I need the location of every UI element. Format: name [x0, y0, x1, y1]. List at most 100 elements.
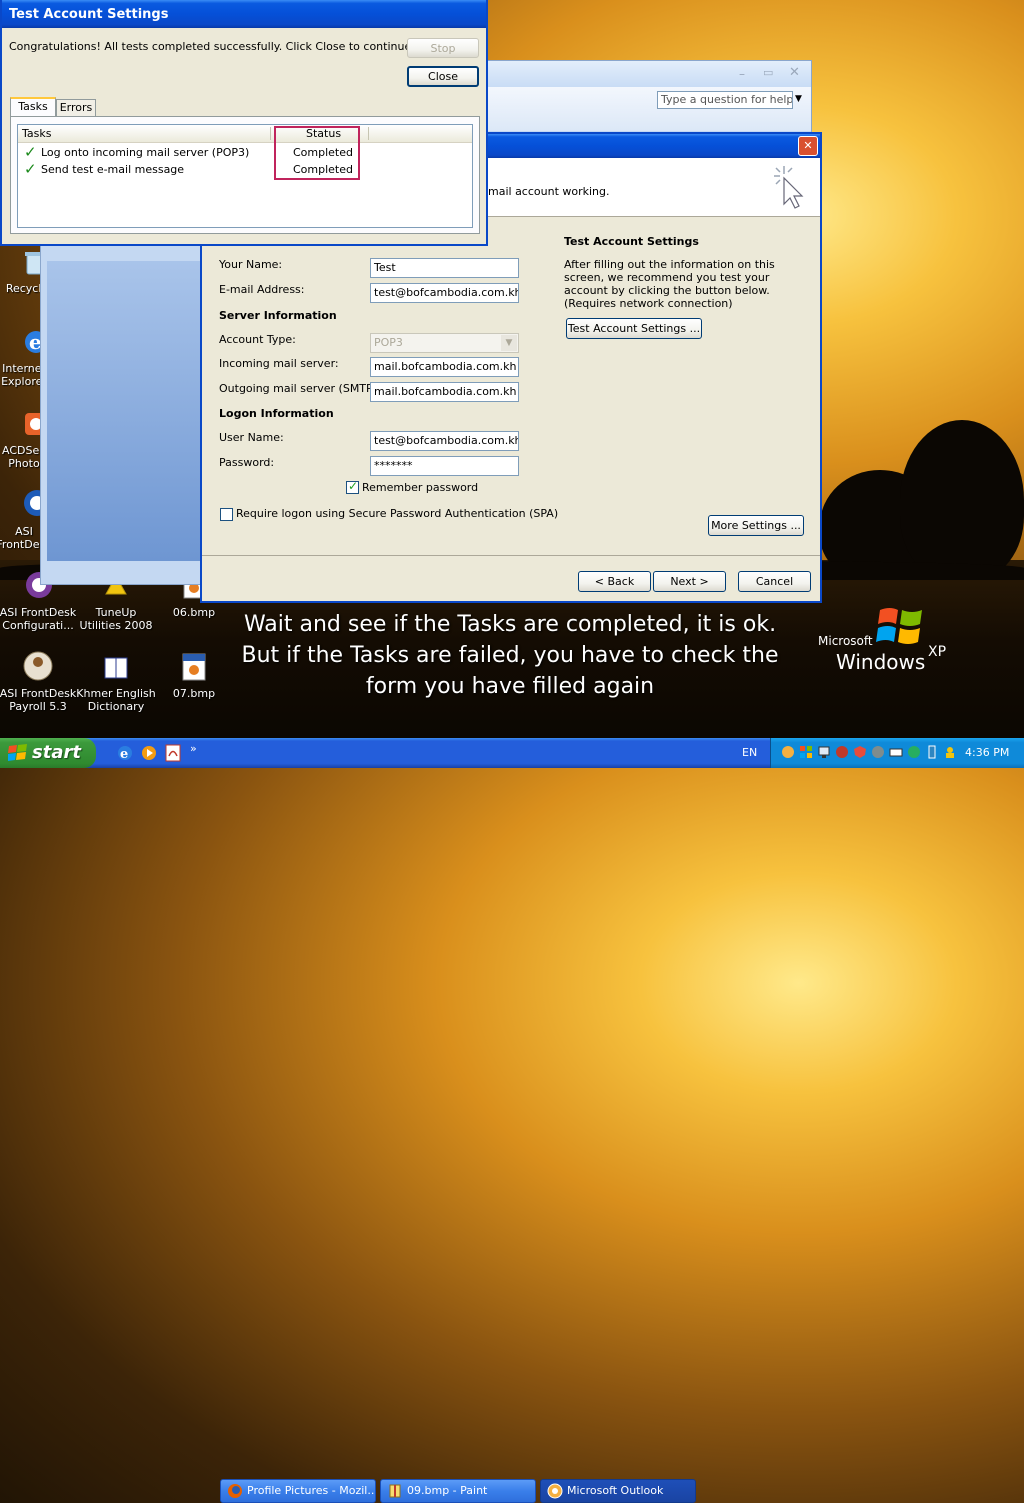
account-type-select[interactable]: POP3 ▼	[370, 333, 519, 353]
windows-flag-icon	[876, 604, 926, 648]
caption-line-3: form you have filled again	[365, 674, 655, 699]
back-button[interactable]: < Back	[578, 571, 651, 592]
outgoing-server-input[interactable]: mail.bofcambodia.com.kh	[370, 382, 519, 402]
taskbar-item-label: Microsoft Outlook	[567, 1484, 664, 1497]
user-name-input[interactable]: test@bofcambodia.com.kh	[370, 431, 519, 451]
spa-label: Require logon using Secure Password Auth…	[236, 507, 559, 520]
logo-xp: XP	[928, 644, 947, 660]
column-divider	[270, 127, 271, 140]
desktop-icon-label: Khmer English Dictionary	[76, 687, 156, 713]
help-dropdown-icon[interactable]: ▼	[795, 94, 802, 104]
wizard-close-button[interactable]: ✕	[798, 136, 818, 156]
outlook-tray-icon[interactable]	[781, 745, 795, 759]
cancel-button[interactable]: Cancel	[738, 571, 811, 592]
tree-silhouette	[900, 420, 1024, 580]
password-label: Password:	[219, 456, 275, 469]
user-name-label: User Name:	[219, 431, 284, 444]
system-tray: 4:36 PM	[770, 738, 1024, 768]
close-button[interactable]: Close	[407, 66, 479, 87]
task-name: Log onto incoming mail server (POP3)	[41, 146, 250, 159]
server-info-heading: Server Information	[219, 309, 337, 322]
test-settings-heading: Test Account Settings	[564, 235, 699, 248]
start-label: start	[32, 742, 81, 763]
check-icon: ✓	[24, 160, 37, 178]
minimize-icon[interactable]: –	[739, 67, 745, 81]
tasks-list: Tasks Status ✓ Log onto incoming mail se…	[17, 124, 473, 228]
dictionary-icon	[102, 654, 130, 682]
outlook-icon	[547, 1483, 563, 1502]
logo-microsoft: Microsoft	[818, 634, 873, 648]
status-highlight-box	[274, 126, 360, 180]
email-address-label: E-mail Address:	[219, 283, 305, 296]
update-tray-icon[interactable]	[907, 745, 921, 759]
test-account-settings-button[interactable]: Test Account Settings ...	[566, 318, 702, 339]
close-icon: ✕	[803, 139, 813, 152]
email-address-input[interactable]: test@bofcambodia.com.kh	[370, 283, 519, 303]
keyboard-tray-icon[interactable]	[889, 745, 903, 759]
tab-errors[interactable]: Errors	[56, 99, 96, 117]
start-button[interactable]: start	[0, 738, 96, 768]
taskbar: start e » Profile Pictures - Mozil... 09…	[0, 738, 1024, 1503]
tab-tasks-label: Tasks	[18, 100, 48, 113]
quicklaunch-chevron-icon[interactable]: »	[190, 742, 197, 755]
incoming-server-input[interactable]: mail.bofcambodia.com.kh	[370, 357, 519, 377]
help-search-placeholder: Type a question for help	[661, 93, 793, 106]
test-dialog-titlebar: Test Account Settings	[2, 0, 486, 28]
caption-line-1: Wait and see if the Tasks are completed,…	[243, 612, 777, 637]
internet-explorer-icon[interactable]: e	[116, 744, 134, 762]
test-dialog-message: Congratulations! All tests completed suc…	[9, 40, 415, 53]
windows-flag-icon	[8, 744, 28, 762]
account-type-value: POP3	[374, 336, 403, 349]
more-settings-button[interactable]: More Settings ...	[708, 515, 804, 536]
taskbar-item-firefox[interactable]: Profile Pictures - Mozil...	[220, 1479, 376, 1503]
caption-line-2: But if the Tasks are failed, you have to…	[241, 643, 779, 668]
your-name-input[interactable]: Test	[370, 258, 519, 278]
taskbar-item-outlook[interactable]: Microsoft Outlook	[540, 1479, 696, 1503]
language-indicator[interactable]: EN	[742, 746, 757, 759]
outgoing-server-label: Outgoing mail server (SMTP):	[219, 382, 381, 395]
taskbar-item-paint[interactable]: 09.bmp - Paint	[380, 1479, 536, 1503]
test-settings-description: After filling out the information on thi…	[564, 258, 775, 310]
remember-password-label: Remember password	[362, 481, 479, 494]
password-input[interactable]: *******	[370, 456, 519, 476]
your-name-label: Your Name:	[219, 258, 283, 271]
windows-tray-icon[interactable]	[799, 745, 813, 759]
paint-icon	[387, 1483, 403, 1502]
help-search-input[interactable]: Type a question for help	[657, 91, 793, 109]
media-player-icon[interactable]	[140, 744, 158, 762]
logo-windows: Windows	[836, 650, 926, 674]
stop-button[interactable]: Stop	[407, 38, 479, 58]
tab-tasks[interactable]: Tasks	[10, 97, 56, 117]
chevron-down-icon: ▼	[501, 335, 517, 351]
test-account-settings-dialog: Test Account Settings Congratulations! A…	[0, 0, 488, 246]
maximize-icon[interactable]: ▭	[763, 66, 773, 79]
incoming-server-label: Incoming mail server:	[219, 357, 339, 370]
cursor-sparkle-icon	[770, 164, 810, 210]
column-tasks[interactable]: Tasks	[22, 127, 51, 140]
utility-tray-icon[interactable]	[871, 745, 885, 759]
clock: 4:36 PM	[965, 746, 1010, 759]
antivirus-tray-icon[interactable]	[835, 745, 849, 759]
checkmark-icon: ✓	[348, 479, 359, 493]
security-tray-icon[interactable]	[853, 745, 867, 759]
firefox-icon	[227, 1483, 243, 1502]
network-tray-icon[interactable]	[817, 745, 831, 759]
next-button[interactable]: Next >	[653, 571, 726, 592]
spa-checkbox[interactable]	[220, 508, 233, 521]
desktop-icon-label: ASI FrontDesk Configurati...	[0, 606, 77, 632]
remember-password-checkbox[interactable]: ✓	[346, 479, 359, 494]
pdf-reader-icon[interactable]	[164, 744, 182, 762]
wizard-divider	[202, 555, 820, 556]
asi-payroll-icon	[22, 650, 54, 682]
outlook-navigation-pane	[47, 261, 201, 561]
account-type-label: Account Type:	[219, 333, 296, 346]
tasks-tab-panel: Tasks Status ✓ Log onto incoming mail se…	[10, 116, 480, 234]
logon-info-heading: Logon Information	[219, 407, 334, 420]
desktop-icon-label: TuneUp Utilities 2008	[79, 606, 153, 632]
task-name: Send test e-mail message	[41, 163, 185, 176]
messenger-tray-icon[interactable]	[943, 745, 957, 759]
close-icon[interactable]: ✕	[789, 65, 800, 80]
battery-tray-icon[interactable]	[925, 745, 939, 759]
tasks-list-header: Tasks Status	[18, 125, 472, 143]
tab-errors-label: Errors	[59, 101, 93, 114]
